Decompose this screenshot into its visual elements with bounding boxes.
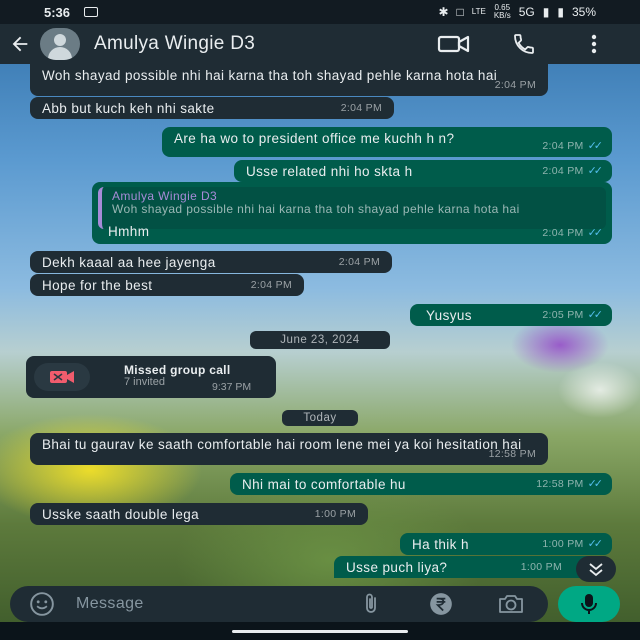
message-time: 1:00 PM — [520, 561, 562, 573]
bluetooth-icon: ✱ — [438, 5, 449, 19]
camera-icon[interactable] — [496, 589, 526, 619]
home-gesture-bar[interactable] — [232, 630, 408, 633]
chat-header: Amulya Wingie D3 — [0, 24, 640, 64]
read-ticks-icon: ✓✓ — [587, 227, 604, 239]
message-time: 2:04 PM — [542, 140, 584, 152]
read-ticks-icon: ✓✓ — [587, 140, 604, 152]
message-time: 12:58 PM — [536, 478, 584, 490]
message-bubble[interactable]: Usse puch liya? 1:00 PM — [334, 556, 612, 578]
message-bubble[interactable]: Hope for the best 2:04 PM — [30, 274, 304, 296]
message-bubble[interactable]: Are ha wo to president office me kuchh h… — [162, 127, 612, 157]
message-bubble[interactable]: Usske saath double lega 1:00 PM — [30, 503, 368, 525]
message-time: 2:05 PM — [542, 309, 584, 321]
message-text: Usske saath double lega — [42, 507, 200, 522]
network-speed: 0.65 KB/s — [494, 4, 511, 20]
message-time: 2:04 PM — [494, 79, 536, 91]
date-separator: June 23, 2024 — [250, 331, 390, 349]
more-options-icon[interactable] — [574, 28, 614, 60]
double-chevron-down-icon — [589, 563, 603, 577]
quote-text: Woh shayad possible nhi hai karna tha to… — [112, 202, 520, 216]
message-bubble[interactable]: Dekh kaaal aa hee jayenga 2:04 PM — [30, 251, 392, 273]
avatar[interactable] — [40, 28, 80, 60]
message-bubble[interactable]: Usse related nhi ho skta h 2:04 PM ✓✓ — [234, 160, 612, 182]
message-time: 1:00 PM — [314, 508, 356, 520]
quoted-message[interactable]: Amulya Wingie D3 Woh shayad possible nhi… — [98, 187, 606, 229]
missed-call-time: 9:37 PM — [212, 381, 252, 393]
missed-call-title: Missed group call — [124, 363, 231, 377]
read-ticks-icon: ✓✓ — [587, 165, 604, 177]
back-arrow-icon[interactable] — [0, 24, 40, 64]
quote-author: Amulya Wingie D3 — [112, 189, 218, 203]
read-ticks-icon: ✓✓ — [587, 309, 604, 321]
message-time: 2:04 PM — [542, 227, 584, 239]
video-call-icon[interactable] — [434, 28, 474, 60]
message-bubble[interactable]: Nhi mai to comfortable hu 12:58 PM ✓✓ — [230, 473, 612, 495]
message-bubble[interactable]: Bhai tu gaurav ke saath comfortable hai … — [30, 433, 548, 465]
message-bubble[interactable]: Yusyus 2:05 PM ✓✓ — [410, 304, 612, 326]
message-text: Hmhm — [108, 224, 150, 239]
battery-level: 35% — [571, 5, 596, 19]
signal-icon: ▮ — [542, 5, 550, 19]
missed-call-subtitle: 7 invited — [124, 376, 165, 388]
message-time: 2:04 PM — [340, 102, 382, 114]
network-type: 5G — [518, 5, 535, 19]
message-time: 2:04 PM — [542, 165, 584, 177]
message-bubble[interactable]: Amulya Wingie D3 Woh shayad possible nhi… — [92, 182, 612, 244]
message-text: Woh shayad possible nhi hai karna tha to… — [42, 68, 498, 83]
vibrate-icon: □ — [456, 5, 464, 19]
attach-icon[interactable] — [356, 589, 386, 619]
message-bubble[interactable]: Abb but kuch keh nhi sakte 2:04 PM — [30, 97, 394, 119]
message-text: Abb but kuch keh nhi sakte — [42, 101, 215, 116]
message-time: 1:00 PM — [542, 538, 584, 550]
message-bubble[interactable]: Woh shayad possible nhi hai karna tha to… — [30, 64, 548, 96]
battery-icon: ▮ — [557, 5, 564, 19]
contact-name[interactable]: Amulya Wingie D3 — [94, 33, 255, 55]
status-bar: 5:36 ✱ □ LTE 0.65 KB/s 5G ▮ ▮ 35% — [0, 0, 640, 24]
message-text: Are ha wo to president office me kuchh h… — [174, 131, 455, 146]
message-text: Bhai tu gaurav ke saath comfortable hai … — [42, 437, 522, 452]
message-text: Dekh kaaal aa hee jayenga — [42, 255, 216, 270]
scroll-to-bottom-button[interactable] — [576, 556, 616, 582]
payment-rupee-icon[interactable] — [426, 589, 456, 619]
notification-icon — [84, 7, 99, 17]
message-time: 2:04 PM — [250, 279, 292, 291]
missed-call-card[interactable]: Missed group call 7 invited 9:37 PM — [26, 356, 276, 398]
date-separator: Today — [282, 410, 358, 426]
system-nav-bar — [0, 622, 640, 640]
message-input[interactable] — [76, 595, 336, 613]
emoji-icon[interactable] — [22, 586, 62, 622]
lte-label: LTE — [471, 7, 486, 16]
network-speed-unit: KB/s — [493, 11, 511, 20]
message-time: 2:04 PM — [338, 256, 380, 268]
status-time: 5:36 — [44, 4, 71, 20]
message-bubble[interactable]: Ha thik h 1:00 PM ✓✓ — [400, 533, 612, 555]
microphone-icon — [581, 594, 597, 614]
voice-message-button[interactable] — [558, 586, 620, 622]
read-ticks-icon: ✓✓ — [587, 538, 604, 550]
message-time: 12:58 PM — [488, 448, 536, 460]
read-ticks-icon: ✓✓ — [587, 478, 604, 490]
missed-video-call-icon — [34, 363, 90, 391]
message-compose-bar — [10, 586, 548, 622]
phone-icon[interactable] — [504, 28, 544, 60]
